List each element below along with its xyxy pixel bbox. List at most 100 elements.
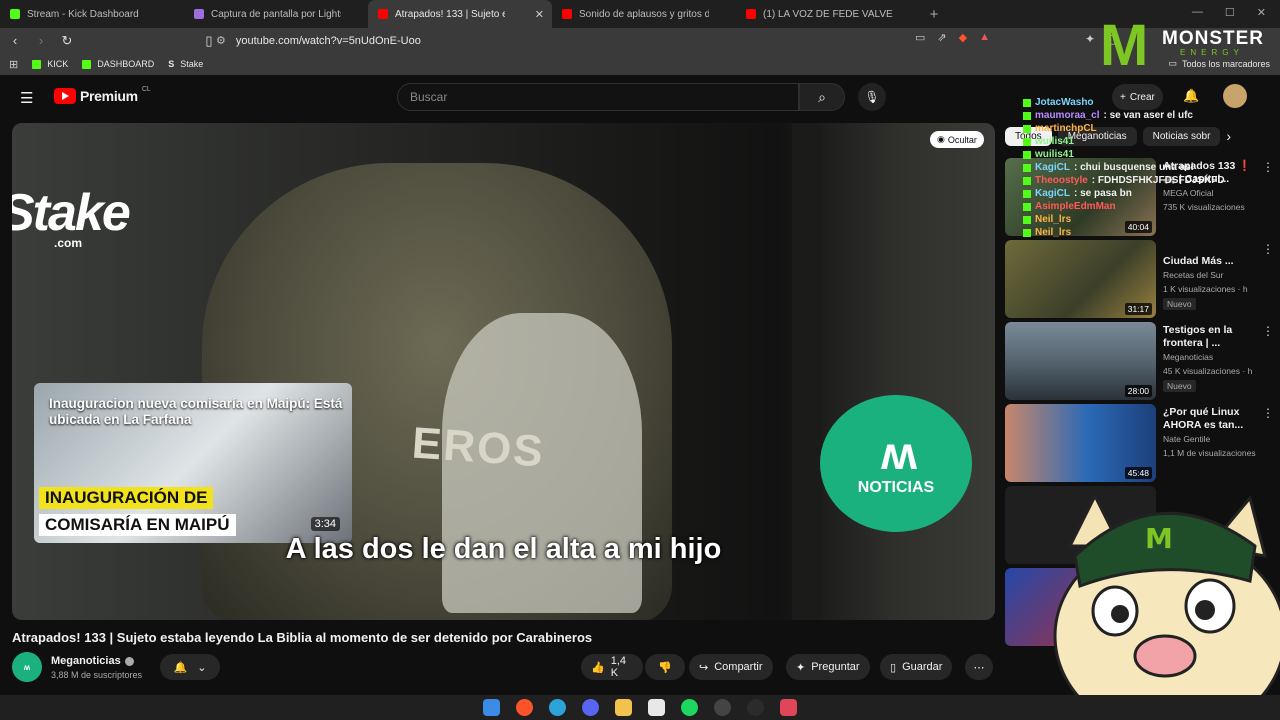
chat-message: Theoostyle: FDHDSFHKJFDSFDJSKFD — [1023, 174, 1225, 187]
chat-message: KagiCL: chui busquense una asi — [1023, 161, 1223, 174]
file-explorer-icon[interactable] — [615, 699, 632, 716]
chat-message: JotacWasho — [1023, 96, 1223, 109]
more-actions-button[interactable]: ⋯ — [965, 654, 993, 680]
monster-energy-overlay: M MONSTER ENERGY — [1100, 13, 1264, 78]
cat-mascot-overlay: M — [1053, 492, 1280, 720]
video-vest-text: EROS — [410, 418, 547, 477]
voice-search-button[interactable]: 🎙 — [858, 83, 886, 111]
like-button[interactable]: 👍 1,4 K — [581, 654, 643, 680]
bookmark-stake[interactable]: S Stake — [168, 59, 203, 69]
hide-overlay-button[interactable]: ◉ Ocultar — [930, 131, 984, 148]
rec-thumbnail: 45:48 — [1005, 404, 1156, 482]
chat-message: martinchpCL — [1023, 122, 1223, 135]
tab-aplausos[interactable]: Sonido de aplausos y gritos del p — [552, 0, 736, 28]
site-info-icon[interactable]: ⚙ — [216, 34, 226, 47]
spotify-icon[interactable] — [681, 699, 698, 716]
rec-more-icon[interactable]: ⋮ — [1262, 160, 1274, 174]
video-player[interactable]: EROS Stake .com ◉ Ocultar Inauguracion n… — [12, 123, 995, 620]
forward-icon[interactable]: › — [30, 33, 52, 48]
reload-icon[interactable]: ↻ — [56, 33, 78, 49]
kick-badge-icon — [1023, 137, 1031, 146]
kick-badge-icon — [1023, 228, 1031, 237]
rec-title: ¿Por qué Linux AHORA es tan... — [1163, 406, 1244, 431]
edge-icon[interactable] — [549, 699, 566, 716]
search-input[interactable]: Buscar — [397, 83, 799, 111]
media-icon[interactable] — [648, 699, 665, 716]
windows-taskbar — [0, 695, 1280, 720]
windows-start-icon[interactable] — [483, 699, 500, 716]
chevron-right-icon[interactable]: › — [1226, 128, 1231, 144]
tab-title: Stream - Kick Dashboard — [27, 8, 139, 20]
stake-logo: Stake — [12, 184, 131, 242]
rec-title: Ciudad Más ... — [1163, 255, 1234, 267]
tab-atrapados[interactable]: Atrapados! 133 | Sujeto estab ✕ — [368, 0, 552, 28]
bookmark-dashboard[interactable]: DASHBOARD — [82, 59, 154, 69]
chat-message: maumoraa_cl: se van aser el ufc — [1023, 109, 1223, 122]
ask-button[interactable]: ✦ Preguntar — [786, 654, 870, 680]
hamburger-menu-icon[interactable]: ☰ — [20, 89, 33, 107]
valorant-icon[interactable] — [780, 699, 797, 716]
verified-icon — [124, 656, 134, 666]
rec-more-icon[interactable]: ⋮ — [1262, 324, 1274, 338]
kick-badge-icon — [1023, 98, 1031, 107]
svg-text:M: M — [1145, 522, 1173, 555]
app-icon[interactable] — [747, 699, 764, 716]
save-button[interactable]: ▯ Guardar — [880, 654, 953, 680]
rec-more-icon[interactable]: ⋮ — [1262, 406, 1274, 420]
new-tab-button[interactable]: + — [920, 6, 948, 23]
user-avatar[interactable] — [1223, 84, 1247, 108]
chat-message: Neil_lrs — [1023, 226, 1223, 239]
brave-rewards-icon[interactable]: ▲ — [979, 31, 990, 44]
meganoticias-watermark: ʍ NOTICIAS — [820, 395, 972, 532]
kick-badge-icon — [1023, 215, 1031, 224]
eye-off-icon: ◉ — [937, 134, 945, 144]
rec-more-icon[interactable]: ⋮ — [1262, 242, 1274, 256]
subscription-bell-button[interactable]: 🔔 ⌄ — [160, 654, 220, 680]
tab-title: Captura de pantalla por Lightshot — [211, 8, 341, 20]
youtube-premium-logo[interactable]: Premium CL — [54, 86, 151, 104]
search-icon: ⌕ — [818, 88, 826, 105]
brave-shield-icon[interactable]: ◆ — [959, 31, 967, 44]
tab-fede-valverde[interactable]: (1) LA VOZ DE FEDE VALVERDE - You — [736, 0, 920, 28]
channel-name[interactable]: Meganoticias — [51, 655, 134, 667]
end-card-duration: 3:34 — [310, 517, 340, 531]
recommendation-item[interactable]: 45:48 ¿Por qué Linux AHORA es tan... Nat… — [1005, 404, 1280, 482]
brave-icon[interactable] — [516, 699, 533, 716]
dislike-button[interactable]: 👎 — [645, 654, 685, 680]
search-button[interactable]: ⌕ — [799, 83, 845, 111]
rec-channel: Recetas del Sur — [1163, 270, 1224, 280]
rec-views: 45 K visualizaciones · h — [1163, 366, 1253, 376]
close-tab-icon[interactable]: ✕ — [535, 8, 544, 21]
rec-thumbnail: 31:17 — [1005, 240, 1156, 318]
back-icon[interactable]: ‹ — [4, 33, 26, 48]
tab-kick-dashboard[interactable]: Stream - Kick Dashboard — [0, 0, 184, 28]
recommendation-item[interactable]: 31:17 Ciudad Más ... Recetas del Sur 1 K… — [1005, 240, 1280, 318]
recommendation-item[interactable]: 28:00 Testigos en la frontera | ... Mega… — [1005, 322, 1280, 400]
youtube-favicon-icon — [746, 9, 756, 19]
discord-icon[interactable] — [582, 699, 599, 716]
stake-logo-com: .com — [54, 236, 83, 250]
kick-icon — [32, 59, 42, 69]
cast-icon[interactable]: ▭ — [915, 31, 925, 44]
tab-lightshot[interactable]: Captura de pantalla por Lightshot — [184, 0, 368, 28]
meganoticias-logo-icon: ʍ — [881, 426, 917, 479]
thumbs-up-icon: 👍 — [591, 661, 605, 674]
rec-views: 1 K visualizaciones · h — [1163, 284, 1248, 294]
bookmark-kick[interactable]: KICK — [32, 59, 68, 69]
extensions-icon[interactable]: ✦ — [1085, 32, 1095, 46]
sparkle-icon: ✦ — [796, 661, 806, 674]
url-actions: ▭ ⇗ ◆ ▲ — [915, 31, 990, 44]
chat-message: Neil_lrs — [1023, 213, 1223, 226]
rec-views: 1,1 M de visualizaciones — [1163, 448, 1256, 458]
end-card-video[interactable]: Inauguracion nueva comisaría en Maipú: E… — [34, 383, 352, 543]
kick-badge-icon — [1023, 176, 1031, 185]
apps-icon[interactable]: ⊞ — [9, 58, 18, 71]
share-button[interactable]: ↪ Compartir — [689, 654, 773, 680]
share-icon[interactable]: ⇗ — [937, 31, 946, 44]
new-badge: Nuevo — [1163, 380, 1196, 392]
new-badge: Nuevo — [1163, 298, 1196, 310]
channel-avatar[interactable]: ʍ — [12, 652, 42, 682]
url-text: youtube.com/watch?v=5nUdOnE-Uoo — [235, 34, 421, 47]
chat-message: AsimpleEdmMan — [1023, 200, 1223, 213]
obs-icon[interactable] — [714, 699, 731, 716]
